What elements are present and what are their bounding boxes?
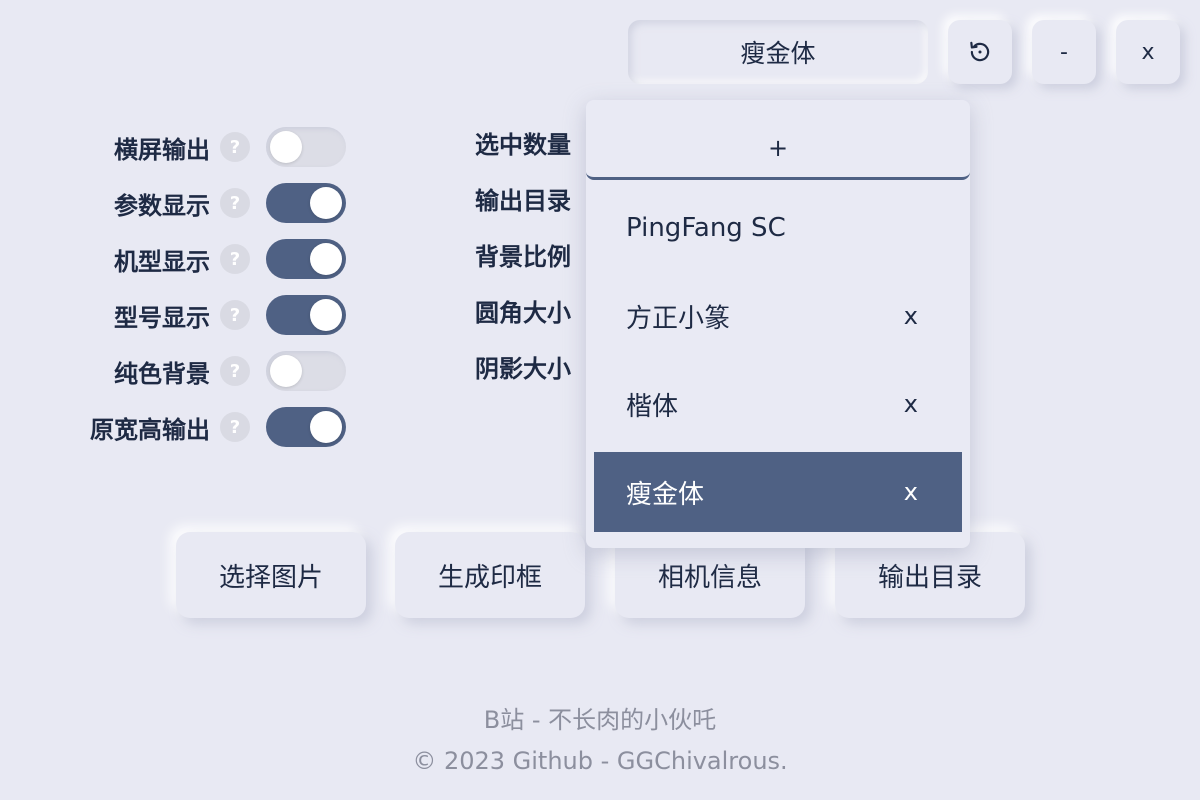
setting-label-output-dir: 输出目录 <box>475 187 571 215</box>
footer-copyright: © 2023 Github - GGChivalrous. <box>412 747 788 775</box>
toggle-row-params: 参数显示 ? <box>0 183 346 223</box>
font-option-name: 瘦金体 <box>626 479 705 510</box>
reset-icon <box>970 41 990 62</box>
toggle-label: 机型显示 <box>114 247 210 276</box>
close-button[interactable]: x <box>1116 20 1180 84</box>
add-font-button[interactable]: + <box>586 100 970 180</box>
help-icon[interactable]: ? <box>220 188 250 218</box>
setting-label-shadow-size: 阴影大小 <box>475 355 571 383</box>
toggle-knob <box>310 299 342 331</box>
model-number-toggle[interactable] <box>266 295 346 335</box>
toggle-row-original-size: 原宽高输出 ? <box>0 407 346 447</box>
toggle-knob <box>310 411 342 443</box>
toggle-knob <box>310 187 342 219</box>
toggle-row-model-number: 型号显示 ? <box>0 295 346 335</box>
font-dropdown: + PingFang SC 方正小篆 x 楷体 x 瘦金体 x <box>586 100 970 548</box>
params-toggle[interactable] <box>266 183 346 223</box>
camera-model-toggle[interactable] <box>266 239 346 279</box>
camera-info-label: 相机信息 <box>657 562 762 593</box>
app-window: 瘦金体 - x 横屏输出 ? 参数显示 ? 机型显示 ? 型号显示 ? 纯色背景… <box>0 0 1200 800</box>
setting-label-bg-ratio: 背景比例 <box>475 243 571 271</box>
toggle-knob <box>310 243 342 275</box>
font-option-delete[interactable]: x <box>904 302 918 330</box>
select-image-label: 选择图片 <box>218 562 323 593</box>
toggle-label: 参数显示 <box>114 191 210 220</box>
help-icon[interactable]: ? <box>220 356 250 386</box>
help-icon[interactable]: ? <box>220 412 250 442</box>
toggle-label: 横屏输出 <box>114 135 210 164</box>
font-select[interactable]: 瘦金体 <box>628 20 928 84</box>
toggle-knob <box>270 355 302 387</box>
original-size-toggle[interactable] <box>266 407 346 447</box>
toggle-knob <box>270 131 302 163</box>
font-option-delete[interactable]: x <box>904 478 918 506</box>
font-option-shoujin[interactable]: 瘦金体 x <box>594 452 962 532</box>
minimize-label: - <box>1060 39 1068 65</box>
toggle-row-solid-bg: 纯色背景 ? <box>0 351 346 391</box>
font-option-name: 楷体 <box>626 391 679 422</box>
close-label: x <box>1141 39 1155 65</box>
generate-frame-button[interactable]: 生成印框 <box>395 532 585 618</box>
help-icon[interactable]: ? <box>220 132 250 162</box>
toggle-label: 型号显示 <box>114 303 210 332</box>
font-select-value: 瘦金体 <box>740 39 816 68</box>
toggle-row-camera-model: 机型显示 ? <box>0 239 346 279</box>
select-image-button[interactable]: 选择图片 <box>176 532 366 618</box>
generate-frame-label: 生成印框 <box>437 562 542 593</box>
landscape-toggle[interactable] <box>266 127 346 167</box>
help-icon[interactable]: ? <box>220 300 250 330</box>
toggle-label: 原宽高输出 <box>90 415 210 444</box>
font-option-fangzheng[interactable]: 方正小篆 x <box>594 276 962 356</box>
font-option-name: PingFang SC <box>626 213 786 243</box>
setting-label-corner-radius: 圆角大小 <box>475 299 571 327</box>
setting-label-selected-count: 选中数量 <box>475 131 571 159</box>
font-option-name: 方正小篆 <box>626 303 731 334</box>
add-font-label: + <box>767 133 789 162</box>
toggle-label: 纯色背景 <box>114 359 210 388</box>
solid-bg-toggle[interactable] <box>266 351 346 391</box>
minimize-button[interactable]: - <box>1032 20 1096 84</box>
font-option-delete[interactable]: x <box>904 390 918 418</box>
font-option-pingfang[interactable]: PingFang SC <box>594 188 962 268</box>
help-icon[interactable]: ? <box>220 244 250 274</box>
toggle-row-landscape: 横屏输出 ? <box>0 127 346 167</box>
font-option-kaiti[interactable]: 楷体 x <box>594 364 962 444</box>
output-dir-label: 输出目录 <box>877 562 982 593</box>
footer-bilibili: B站 - 不长肉的小伙吒 <box>483 706 717 734</box>
reset-button[interactable] <box>948 20 1012 84</box>
